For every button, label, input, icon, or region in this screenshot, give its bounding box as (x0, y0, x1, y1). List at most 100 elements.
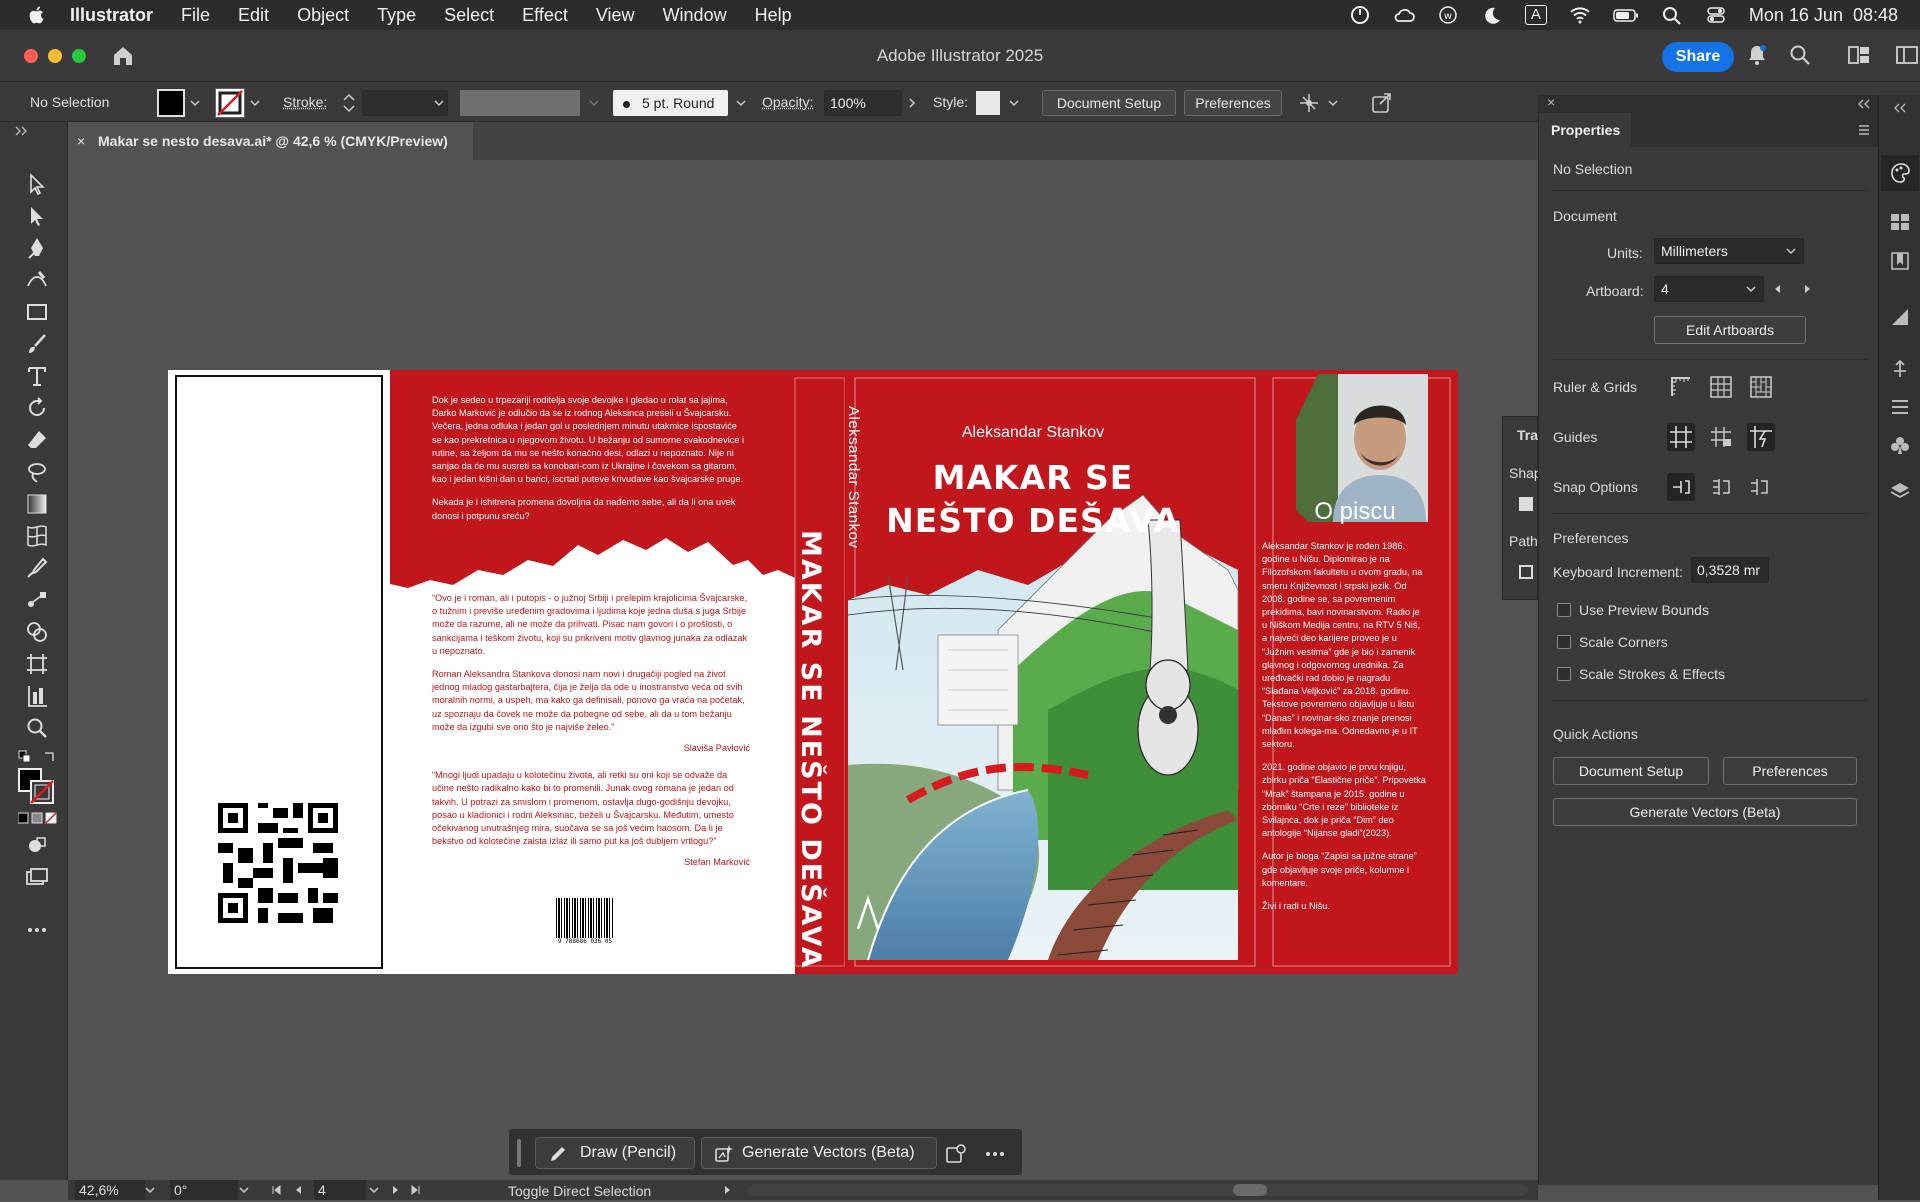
keyboard-increment-input[interactable]: 0,3528 mr (1691, 557, 1769, 583)
rectangle-tool-icon[interactable] (25, 300, 49, 324)
apple-icon[interactable] (26, 4, 48, 26)
snap-to-pixel-icon[interactable] (1747, 475, 1771, 499)
eraser-tool-icon[interactable] (25, 428, 49, 452)
type-tool-icon[interactable] (25, 364, 49, 388)
menu-select[interactable]: Select (444, 5, 494, 26)
brush-dropdown-icon[interactable] (734, 96, 748, 110)
stroke-weight-stepper[interactable] (338, 90, 360, 116)
grid-icon[interactable] (1709, 375, 1733, 399)
previous-artboard-icon[interactable] (1772, 283, 1784, 295)
document-tab[interactable]: × Makar se nesto desava.ai* @ 42,6 % (CM… (68, 122, 473, 160)
libraries-panel-icon[interactable] (1890, 251, 1910, 271)
last-artboard-icon[interactable] (410, 1184, 422, 1196)
gradient-panel-icon[interactable] (1890, 307, 1910, 327)
strip-collapse-icon[interactable] (1893, 103, 1907, 113)
w-circle-icon[interactable]: w (1437, 5, 1459, 25)
control-center-icon[interactable] (1705, 5, 1727, 25)
menu-type[interactable]: Type (377, 5, 416, 26)
wifi-icon[interactable] (1569, 5, 1591, 25)
generate-vectors-settings-icon[interactable] (945, 1143, 967, 1165)
scale-strokes-checkbox[interactable] (1557, 667, 1571, 681)
snap-to-grid-icon[interactable] (1709, 475, 1733, 499)
arrange-documents-icon[interactable] (1848, 46, 1870, 64)
ruler-icon[interactable] (1669, 375, 1693, 399)
preferences-button[interactable]: Preferences (1184, 90, 1282, 116)
bell-icon[interactable] (1746, 44, 1768, 66)
search-icon[interactable] (1789, 44, 1811, 66)
previous-artboard-status-icon[interactable] (292, 1184, 304, 1196)
puppet-dropdown-icon[interactable] (1326, 96, 1340, 110)
rotation-dropdown-icon[interactable] (238, 1184, 250, 1196)
spotlight-search-icon[interactable] (1661, 5, 1683, 25)
artboard-number-dropdown-icon[interactable] (368, 1184, 380, 1196)
properties-panel-icon[interactable] (1888, 161, 1912, 185)
style-dropdown-icon[interactable] (1007, 96, 1021, 110)
menubar-clock[interactable]: Mon 16 Jun 08:48 (1749, 5, 1898, 26)
document-setup-button[interactable]: Document Setup (1042, 90, 1176, 116)
menu-app-name[interactable]: Illustrator (70, 5, 153, 26)
shape-builder-tool-icon[interactable] (25, 620, 49, 644)
quick-action-preferences-button[interactable]: Preferences (1723, 757, 1857, 785)
brush-definition[interactable]: 5 pt. Round (613, 90, 728, 116)
selection-tool-icon[interactable] (25, 172, 49, 196)
scale-corners-checkbox[interactable] (1557, 635, 1571, 649)
export-icon[interactable] (1370, 91, 1394, 115)
first-artboard-icon[interactable] (270, 1184, 282, 1196)
next-artboard-icon[interactable] (1801, 283, 1813, 295)
menu-help[interactable]: Help (755, 5, 792, 26)
use-preview-bounds-checkbox[interactable] (1557, 603, 1571, 617)
direct-selection-tool-icon[interactable] (25, 204, 49, 228)
puppet-warp-icon[interactable] (1296, 90, 1322, 116)
draw-pencil-button[interactable]: Draw (Pencil) (535, 1137, 695, 1169)
stroke-weight-dropdown-icon[interactable] (432, 96, 446, 110)
show-guides-icon[interactable] (1667, 423, 1695, 451)
quick-action-document-setup-button[interactable]: Document Setup (1553, 757, 1709, 785)
timer-icon[interactable] (1349, 5, 1371, 25)
zoom-dropdown-icon[interactable] (144, 1184, 156, 1196)
path-swatch[interactable] (1519, 565, 1533, 579)
task-bar-grip[interactable] (517, 1139, 521, 1167)
generate-vectors-floating-button[interactable]: Generate Vectors (Beta) (701, 1137, 937, 1169)
panel-close-icon[interactable]: × (1547, 94, 1555, 110)
symbols-panel-icon[interactable] (1890, 359, 1910, 379)
artboard-select[interactable]: 4 (1654, 276, 1764, 302)
swap-colors-icon[interactable] (42, 750, 56, 764)
default-colors-icon[interactable] (18, 750, 32, 764)
curvature-tool-icon[interactable] (25, 268, 49, 292)
next-artboard-status-icon[interactable] (390, 1184, 402, 1196)
menu-file[interactable]: File (181, 5, 210, 26)
menu-object[interactable]: Object (297, 5, 349, 26)
tab-properties[interactable]: Properties (1539, 113, 1631, 147)
rotate-tool-icon[interactable] (25, 396, 49, 420)
graphic-style-swatch[interactable] (976, 91, 1000, 115)
layers-stack-icon[interactable] (1890, 481, 1910, 501)
generate-vectors-button[interactable]: Generate Vectors (Beta) (1553, 798, 1857, 826)
rotation-input[interactable]: 0° (170, 1180, 238, 1200)
stroke-label[interactable]: Stroke: (283, 82, 327, 122)
workspace-switcher-icon[interactable] (1896, 46, 1918, 64)
mesh-tool-icon[interactable] (25, 524, 49, 548)
artboard-tool-icon[interactable] (25, 652, 49, 676)
stroke-swatch[interactable] (215, 88, 245, 118)
collapsed-panel-tab[interactable]: Tra (1517, 427, 1538, 443)
gradient-tool-icon[interactable] (25, 492, 49, 516)
input-source-indicator[interactable]: A (1524, 5, 1547, 25)
close-tab-icon[interactable]: × (77, 122, 85, 160)
lasso-tool-icon[interactable] (25, 460, 49, 484)
battery-icon[interactable] (1613, 5, 1639, 25)
status-menu-arrow-icon[interactable] (722, 1184, 734, 1196)
cloud-sync-icon[interactable] (1393, 5, 1415, 25)
transparency-grid-icon[interactable] (1749, 375, 1773, 399)
units-select[interactable]: Millimeters (1654, 238, 1804, 264)
stroke-dropdown-icon[interactable] (248, 96, 262, 110)
screen-mode-icon[interactable] (25, 866, 49, 890)
collapse-toolbar-icon[interactable] (14, 126, 30, 136)
draw-mode-icon[interactable] (25, 834, 49, 858)
paintbrush-tool-icon[interactable] (25, 332, 49, 356)
smart-guides-icon[interactable] (1747, 423, 1775, 451)
opacity-expand-icon[interactable] (905, 96, 919, 110)
snap-to-point-icon[interactable] (1667, 473, 1695, 501)
color-mode-icons[interactable] (18, 812, 58, 824)
menu-effect[interactable]: Effect (522, 5, 568, 26)
scrollbar-thumb[interactable] (1233, 1184, 1267, 1196)
